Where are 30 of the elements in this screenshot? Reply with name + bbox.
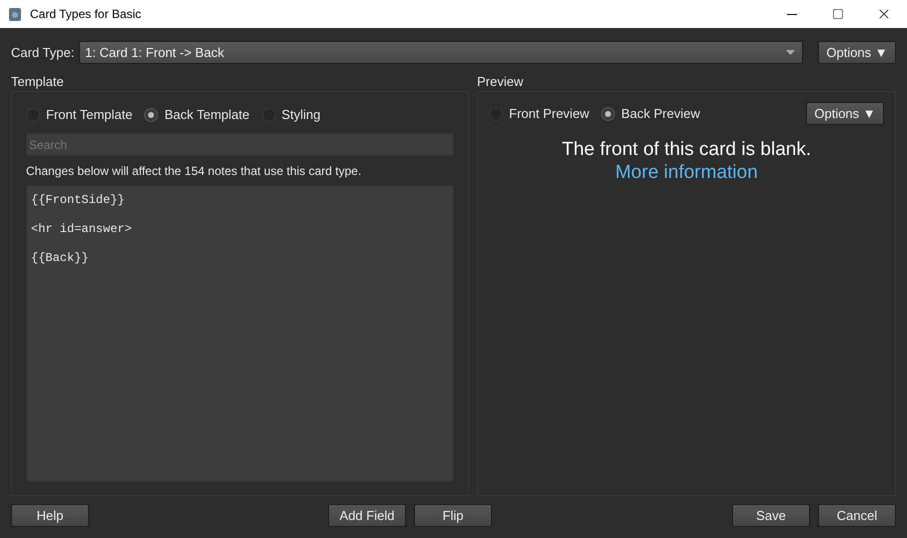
dialog-button[interactable]: Save (732, 504, 810, 527)
dialog-button[interactable]: Flip (414, 504, 492, 527)
code-line: {{Back}} (31, 250, 90, 267)
code-line: <hr id=answer> (31, 221, 133, 238)
dialog-button[interactable]: Options ▼ (806, 102, 884, 125)
dialog-button[interactable]: Cancel (818, 504, 896, 527)
notice-text: Changes below will affect the 154 notes that use this card type. (26, 163, 362, 180)
code-line: {{FrontSide}} (31, 192, 126, 209)
dialog-button[interactable]: Add Field (328, 504, 406, 527)
dialog-button[interactable]: Options ▼ (818, 41, 896, 64)
app-icon (8, 6, 22, 22)
section-title: Template (11, 73, 65, 91)
template-editor[interactable]: {{FrontSide}} <hr id=answer> {{Back}} (26, 185, 454, 482)
maximize-icon (832, 8, 844, 20)
search-field[interactable]: Search (26, 133, 454, 156)
radio-label[interactable]: Front Preview (509, 104, 590, 124)
card-type-label: Card Type: (11, 44, 76, 62)
dropdown-caret-icon (786, 50, 795, 55)
radio-label[interactable]: Front Template (46, 105, 132, 125)
more-information-link[interactable]: More information (615, 161, 758, 184)
window-title: Card Types for Basic (30, 6, 142, 23)
radio-button[interactable] (601, 106, 616, 120)
preview-message: The front of this card is blank. (562, 138, 812, 161)
section-title: Preview (477, 73, 524, 91)
radio-label[interactable]: Back Template (164, 105, 250, 125)
radio-button[interactable] (144, 108, 158, 122)
dialog-button[interactable]: Help (11, 504, 89, 527)
card-type-dropdown[interactable]: 1: Card 1: Front -> Back (79, 41, 803, 64)
radio-label[interactable]: Styling (282, 105, 321, 125)
radio-label[interactable]: Back Preview (621, 104, 700, 124)
